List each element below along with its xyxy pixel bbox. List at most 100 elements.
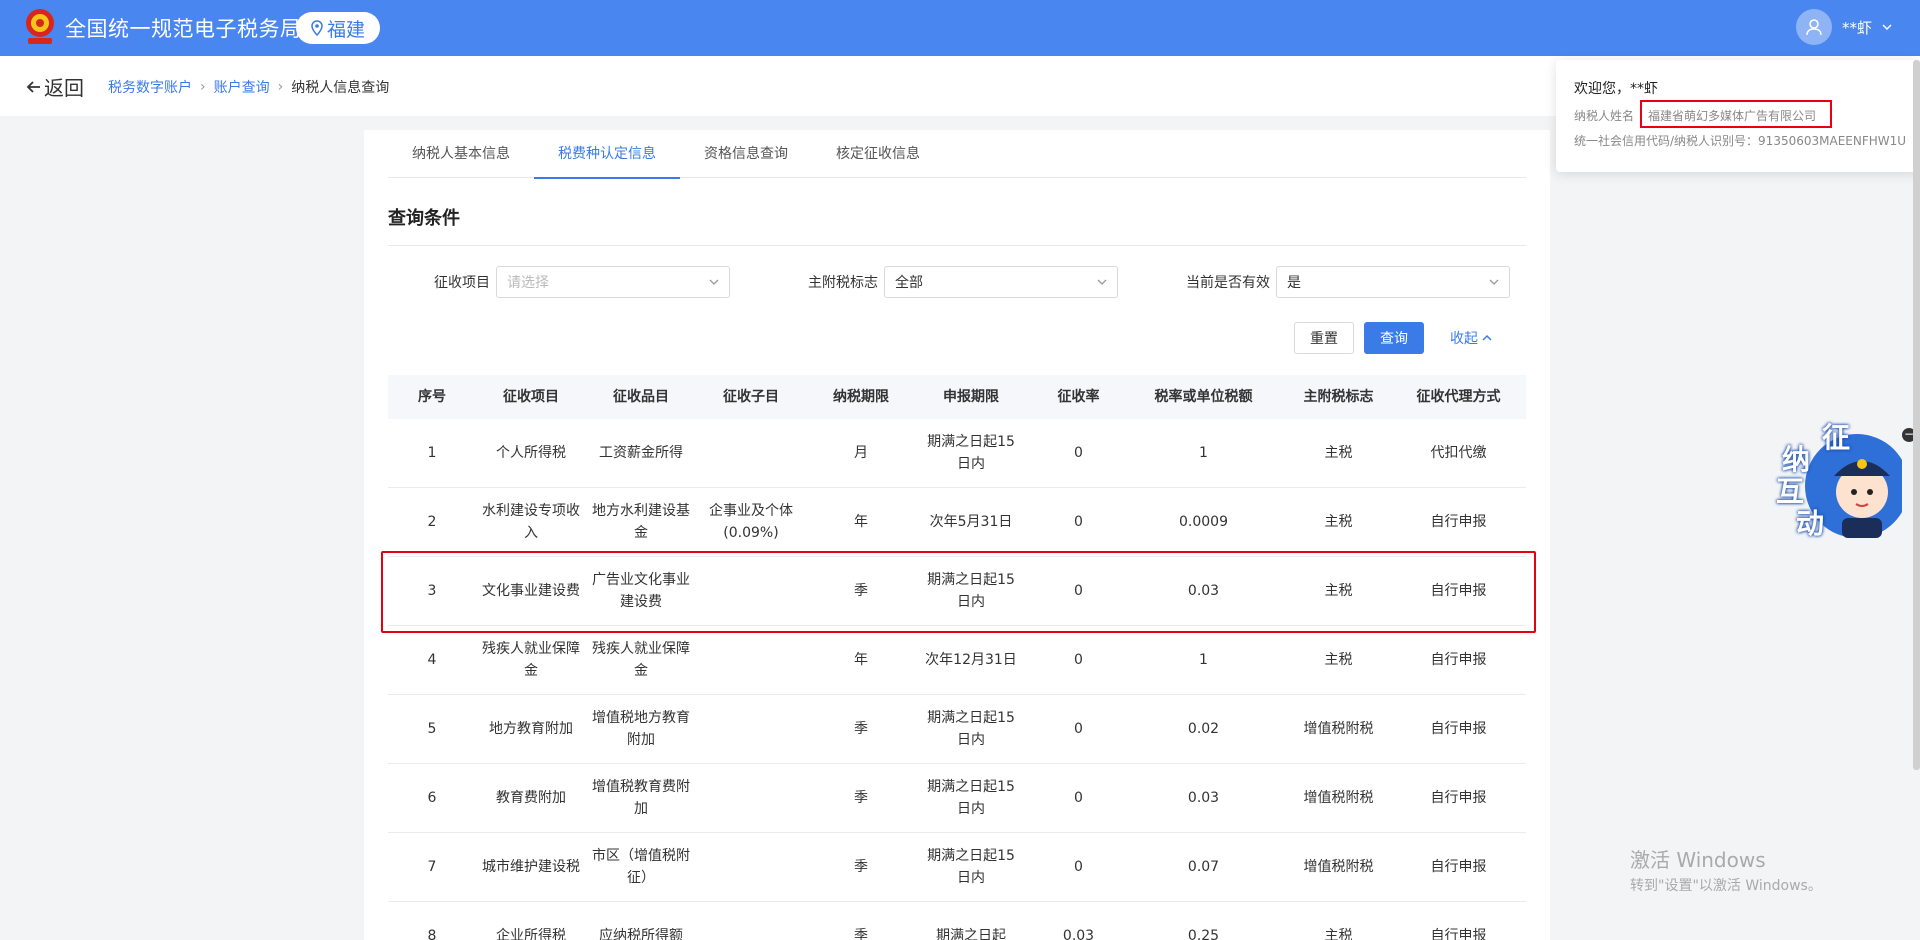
tab-tax-type-info[interactable]: 税费种认定信息 — [534, 130, 680, 179]
breadcrumb-tax-account[interactable]: 税务数字账户 — [108, 77, 192, 97]
table-cell: 0 — [1074, 859, 1083, 875]
table-cell: 市区（增值税附征） — [592, 848, 690, 886]
table-cell: 0.03 — [1062, 928, 1095, 940]
interaction-widget[interactable]: 征 纳 互 动 — [1772, 420, 1909, 544]
chevron-up-icon — [1482, 334, 1492, 341]
tab-bar: 纳税人基本信息 税费种认定信息 资格信息查询 核定征收信息 — [388, 130, 1526, 179]
location-pin-icon — [311, 20, 323, 36]
table-cell: 年 — [854, 652, 868, 668]
table-cell — [696, 419, 806, 487]
tax-type-table: 序号 征收项目 征收品目 征收子目 纳税期限 申报期限 征收率 税率或单位税额 … — [388, 375, 1526, 940]
chevron-down-icon — [1097, 279, 1107, 285]
main-sub-tax-value: 全部 — [895, 275, 923, 291]
table-cell: 7 — [427, 859, 437, 875]
table-cell: 期满之日起15日内 — [927, 434, 1015, 472]
tab-basic-info[interactable]: 纳税人基本信息 — [388, 130, 534, 178]
chevron-down-icon — [1489, 279, 1499, 285]
chevron-down-icon — [1882, 24, 1892, 31]
page-scrollbar[interactable] — [1913, 60, 1920, 770]
table-row: 2 水利建设专项收入 地方水利建设基金 企事业及个体(0.09%) 年 次年5月31日 0 0… — [388, 488, 1526, 557]
table-cell: 1 — [1199, 445, 1208, 461]
table-cell: 期满之日起 — [936, 928, 1006, 940]
collapse-label: 收起 — [1450, 331, 1478, 347]
credit-code-value: 91350603MAEENFHW1U — [1758, 134, 1907, 148]
collapse-button[interactable]: 收起 — [1446, 322, 1496, 354]
table-cell: 残疾人就业保障金 — [592, 641, 690, 679]
region-label: 福建 — [326, 18, 365, 41]
back-label: 返回 — [44, 76, 84, 100]
user-info-popup: 欢迎您，**虾 纳税人姓名 福建省萌幻多媒体广告有限公司 统一社会信用代码/纳税… — [1556, 60, 1920, 172]
column-header: 主附税标志 — [1303, 389, 1374, 405]
table-cell: 8 — [427, 928, 437, 940]
column-header: 税率或单位税额 — [1154, 389, 1253, 405]
table-row: 4 残疾人就业保障金 残疾人就业保障金 年 次年12月31日 0 1 主税 自行申报 — [388, 626, 1526, 695]
table-cell: 1 — [1199, 652, 1208, 668]
top-header: 全国统一规范电子税务局 福建 **虾 — [0, 0, 1920, 56]
table-cell: 城市维护建设税 — [482, 859, 580, 875]
table-cell: 期满之日起15日内 — [927, 848, 1015, 886]
windows-activation-watermark: 激活 Windows 转到"设置"以激活 Windows。 — [1630, 844, 1822, 895]
table-cell: 主税 — [1324, 652, 1353, 668]
watermark-line1: 激活 Windows — [1630, 848, 1766, 872]
column-header: 征收率 — [1057, 389, 1100, 405]
divider — [388, 245, 1526, 246]
table-cell: 0.03 — [1187, 790, 1220, 806]
table-cell: 代扣代缴 — [1430, 445, 1487, 461]
query-section-title: 查询条件 — [388, 208, 460, 229]
is-valid-label: 当前是否有效 — [1186, 275, 1270, 291]
collection-item-label: 征收项目 — [434, 275, 490, 291]
table-cell: 残疾人就业保障金 — [482, 641, 580, 679]
table-header: 序号 征收项目 征收品目 征收子目 纳税期限 申报期限 征收率 税率或单位税额 … — [388, 375, 1526, 419]
column-header: 征收代理方式 — [1416, 389, 1501, 405]
table-cell: 企业所得税 — [496, 928, 566, 940]
table-cell: 4 — [427, 652, 437, 668]
collection-item-placeholder: 请选择 — [507, 275, 549, 291]
main-sub-tax-label: 主附税标志 — [808, 275, 878, 291]
table-cell: 增值税教育费附加 — [592, 779, 690, 817]
tab-assessment[interactable]: 核定征收信息 — [812, 130, 944, 178]
widget-char-dong: 动 — [1796, 507, 1825, 540]
table-body: 1 个人所得税 工资薪金所得月期满之日起15日内 0 1 主税 代扣代缴 2 水利建设专项收入地… — [388, 419, 1526, 940]
main-sub-tax-select[interactable]: 全部 — [884, 266, 1118, 298]
table-cell: 季 — [854, 928, 868, 940]
back-button[interactable]: 返回 — [26, 72, 84, 101]
highlight-box-row-3 — [381, 551, 1536, 633]
table-cell: 自行申报 — [1430, 790, 1487, 806]
region-selector[interactable]: 福建 — [296, 12, 380, 44]
taxpayer-name-label: 纳税人姓名 — [1574, 109, 1635, 123]
table-row: 7 城市维护建设税 市区（增值税附征） 季 期满之日起15日内 0 0.07 增值税附税 自行申… — [388, 833, 1526, 902]
table-row: 5 地方教育附加 增值税地方教育附加 季 期满之日起15日内 0 0.02 增值税附税 自行申报 — [388, 695, 1526, 764]
breadcrumb-account-query[interactable]: 账户查询 — [214, 77, 270, 97]
table-cell: 个人所得税 — [496, 445, 566, 461]
user-menu[interactable]: **虾 — [1795, 8, 1892, 46]
is-valid-select[interactable]: 是 — [1276, 266, 1510, 298]
collection-item-select[interactable]: 请选择 — [496, 266, 730, 298]
watermark-line2: 转到"设置"以激活 Windows。 — [1630, 878, 1822, 894]
table-cell: 0.02 — [1187, 721, 1220, 737]
table-cell — [696, 833, 806, 901]
tab-qualification[interactable]: 资格信息查询 — [680, 130, 812, 178]
table-cell: 地方水利建设基金 — [592, 503, 690, 541]
table-cell: 季 — [854, 859, 868, 875]
table-cell: 0.0009 — [1179, 514, 1228, 530]
breadcrumb-current: 纳税人信息查询 — [291, 80, 390, 96]
breadcrumb: 税务数字账户 › 账户查询 › 纳税人信息查询 — [108, 77, 389, 97]
table-cell: 地方教育附加 — [489, 721, 573, 737]
table-cell: 自行申报 — [1430, 928, 1487, 940]
main-sub-tax-field: 主附税标志 全部 — [808, 266, 1118, 298]
column-header: 申报期限 — [943, 389, 999, 405]
table-cell: 5 — [427, 721, 437, 737]
user-icon — [1806, 19, 1822, 36]
is-valid-field: 当前是否有效 是 — [1186, 266, 1510, 298]
credit-code-label: 统一社会信用代码/纳税人识别号： — [1574, 134, 1759, 148]
query-button[interactable]: 查询 — [1364, 322, 1424, 354]
column-header: 征收子目 — [723, 389, 779, 405]
credit-code: 统一社会信用代码/纳税人识别号：91350603MAEENFHW1U — [1574, 132, 1906, 149]
table-row: 6 教育费附加 增值税教育费附加 季 期满之日起15日内 0 0.03 增值税附税 自行申报 — [388, 764, 1526, 833]
table-cell: 0 — [1074, 790, 1083, 806]
table-cell: 期满之日起15日内 — [927, 710, 1015, 748]
reset-button[interactable]: 重置 — [1294, 322, 1354, 354]
table-row: 1 个人所得税 工资薪金所得 月 期满之日起15日内 0 1 主税 代扣代缴 — [388, 419, 1526, 488]
table-cell — [696, 764, 806, 832]
column-header: 征收项目 — [503, 389, 559, 405]
